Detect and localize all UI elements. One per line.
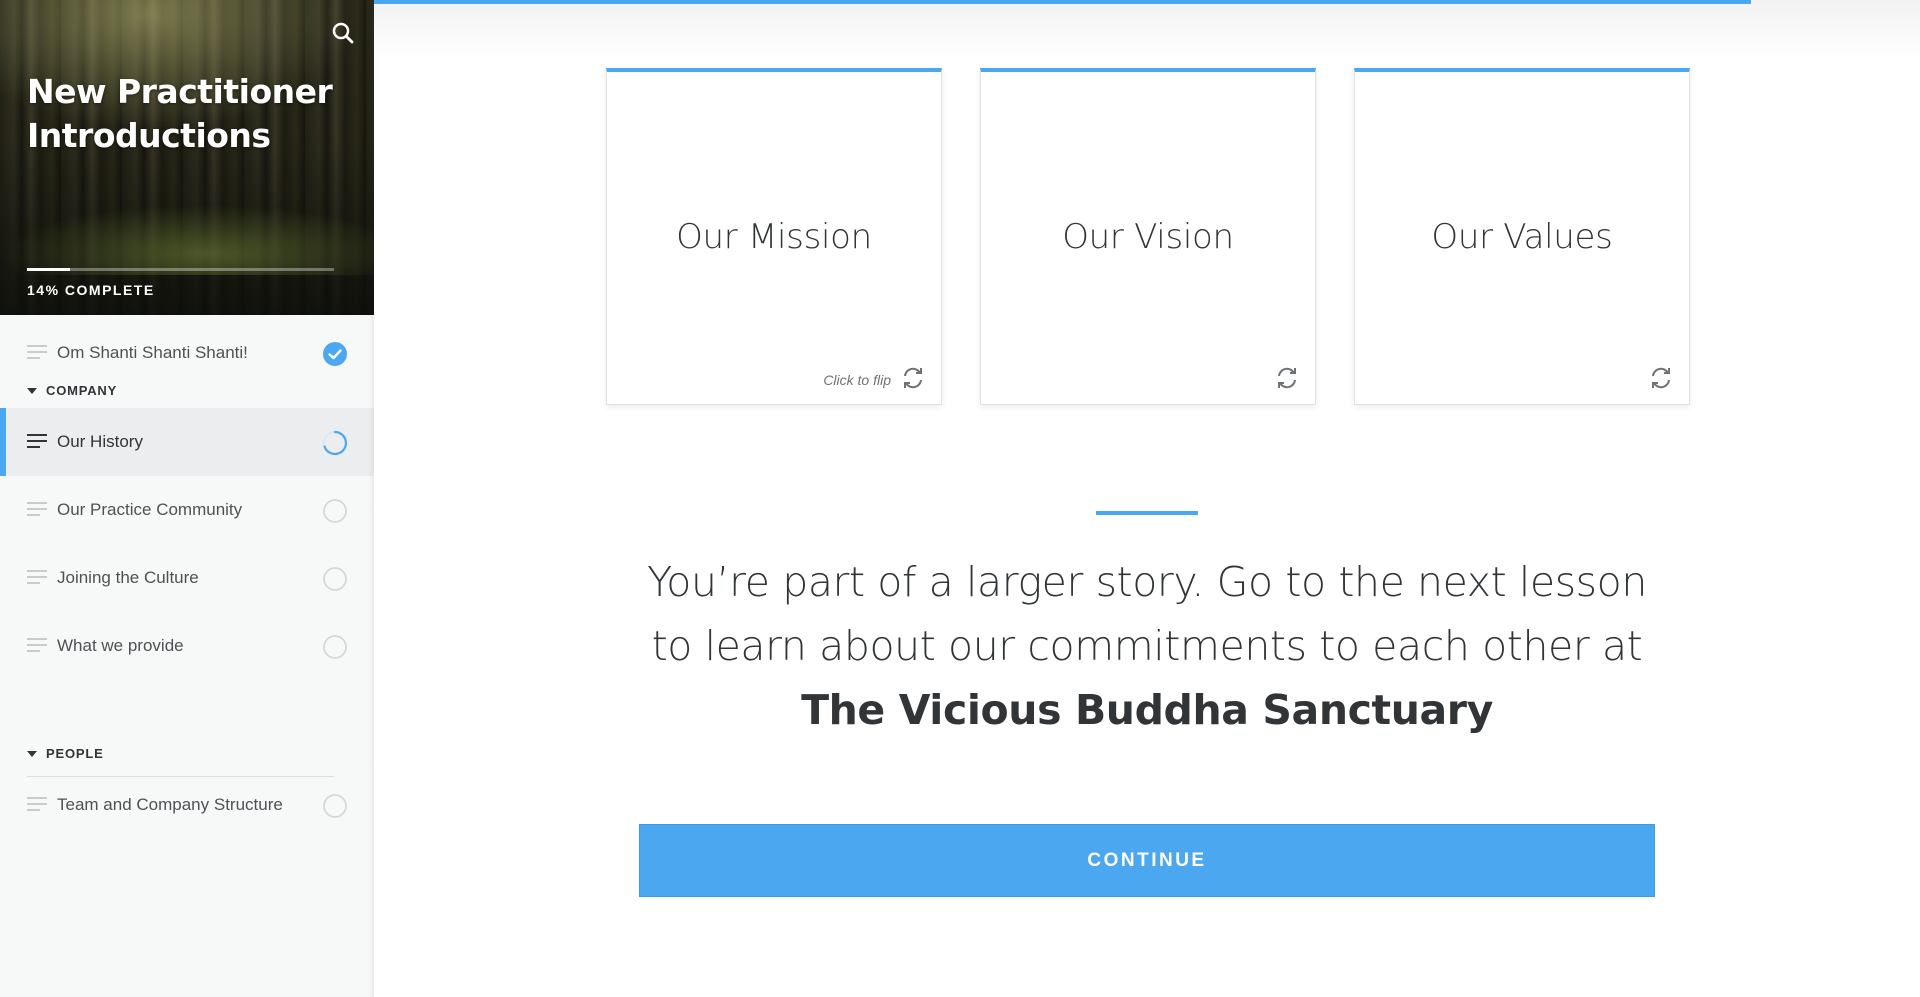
sidebar-item-label: Our Practice Community xyxy=(57,500,243,519)
sidebar-item-what-we-provide[interactable]: What we provide xyxy=(0,612,374,680)
flip-hint-text: Click to flip xyxy=(823,372,891,388)
active-indicator xyxy=(0,408,6,476)
course-progress-fill xyxy=(27,268,70,271)
lesson-lines-icon xyxy=(27,638,47,654)
lesson-lines-icon xyxy=(27,434,47,450)
flashcard-title: Our Mission xyxy=(676,217,872,257)
sidebar-item-om-shanti-shanti-shanti[interactable]: Om Shanti Shanti Shanti! xyxy=(0,319,374,387)
search-button[interactable] xyxy=(328,18,358,48)
lesson-lines-icon xyxy=(27,797,47,813)
flip-rotate-icon xyxy=(1278,367,1296,389)
course-sidebar: New Practitioner Introductions 14% COMPL… xyxy=(0,0,374,997)
flashcard-our-mission[interactable]: Our Mission Click to flip xyxy=(606,68,942,405)
lesson-lines-icon xyxy=(27,345,47,361)
section-header-label: PEOPLE xyxy=(46,746,104,761)
search-icon xyxy=(332,22,354,44)
check-circle-icon xyxy=(323,342,347,366)
sidebar-item-label: Our History xyxy=(57,432,143,451)
lesson-lines-icon xyxy=(27,502,47,518)
lesson-closing-text: You’re part of a larger story. Go to the… xyxy=(624,550,1670,742)
flashcard-our-values[interactable]: Our Values xyxy=(1354,68,1690,405)
lesson-content: Our Mission Click to flip Our Vision Our… xyxy=(374,0,1920,997)
section-divider xyxy=(1096,511,1198,515)
sanctuary-name: The Vicious Buddha Sanctuary xyxy=(801,686,1493,734)
flashcard-title: Our Values xyxy=(1431,217,1613,257)
section-header-label: COMPANY xyxy=(46,383,118,398)
forest-floor xyxy=(0,205,374,275)
sidebar-item-label: Team and Company Structure xyxy=(57,795,283,814)
caret-down-icon xyxy=(27,388,37,394)
sidebar-item-label: What we provide xyxy=(57,636,184,655)
sidebar-item-label: Om Shanti Shanti Shanti! xyxy=(57,343,248,362)
caret-down-icon xyxy=(27,751,37,757)
sidebar-item-team-and-company-structure[interactable]: Team and Company Structure xyxy=(0,771,374,839)
lesson-scroll-progress xyxy=(374,0,1751,4)
empty-circle-icon xyxy=(323,794,347,818)
empty-circle-icon xyxy=(323,499,347,523)
sidebar-item-our-practice-community[interactable]: Our Practice Community xyxy=(0,476,374,544)
sidebar-item-joining-the-culture[interactable]: Joining the Culture xyxy=(0,544,374,612)
empty-circle-icon xyxy=(323,635,347,659)
sidebar-item-our-history[interactable]: Our History xyxy=(0,408,374,476)
course-hero-image: New Practitioner Introductions 14% COMPL… xyxy=(0,0,374,315)
lesson-closing-body: You’re part of a larger story. Go to the… xyxy=(647,558,1647,670)
flashcard-title: Our Vision xyxy=(1062,217,1234,257)
continue-button[interactable]: CONTINUE xyxy=(639,824,1655,897)
lesson-lines-icon xyxy=(27,570,47,586)
course-title: New Practitioner Introductions xyxy=(27,72,333,155)
course-progress-bar xyxy=(27,268,334,271)
flip-rotate-icon xyxy=(904,367,922,389)
flashcard-our-vision[interactable]: Our Vision xyxy=(980,68,1316,405)
empty-circle-icon xyxy=(323,567,347,591)
course-progress-label: 14% COMPLETE xyxy=(27,282,155,298)
progress-ring-icon xyxy=(323,430,347,456)
sidebar-item-label: Joining the Culture xyxy=(57,568,199,587)
flip-rotate-icon xyxy=(1652,367,1670,389)
